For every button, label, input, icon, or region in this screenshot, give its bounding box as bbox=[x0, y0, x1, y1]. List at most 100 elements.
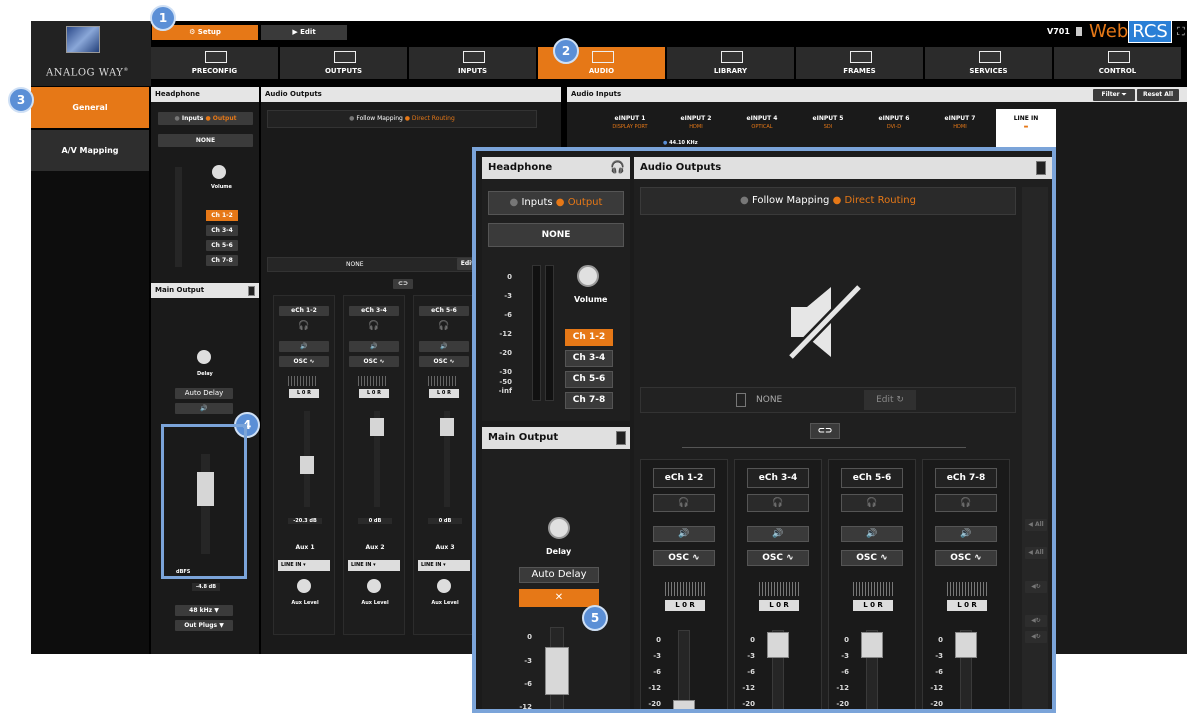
fader-knob[interactable] bbox=[861, 632, 883, 658]
osc-button[interactable]: OSC ∿ bbox=[279, 356, 329, 367]
panel-title: Main Output bbox=[151, 283, 259, 298]
ch-7-8[interactable]: Ch 7-8 bbox=[206, 255, 238, 266]
mute-button[interactable]: 🔊 bbox=[419, 341, 469, 352]
mute-button[interactable]: 🔊 bbox=[653, 526, 715, 542]
link-button[interactable]: ⊂⊃ bbox=[810, 423, 840, 439]
aux-level-knob[interactable] bbox=[297, 579, 311, 593]
nav-item-inputs[interactable]: INPUTS bbox=[409, 47, 536, 79]
osc-button[interactable]: OSC ∿ bbox=[747, 550, 809, 566]
side-reset-3[interactable]: ◀↻ bbox=[1025, 631, 1047, 643]
ch-1-2[interactable]: Ch 1-2 bbox=[565, 329, 613, 346]
badge-1: 1 bbox=[150, 5, 176, 31]
fader-knob[interactable] bbox=[370, 418, 384, 436]
aux-label: Aux 1 bbox=[295, 544, 315, 551]
channel-name[interactable]: eCh 3-4 bbox=[747, 468, 809, 488]
fader-knob[interactable] bbox=[440, 418, 454, 436]
inputs-output-radio[interactable]: ● Inputs ● Output bbox=[488, 191, 624, 215]
nav-item-control[interactable]: CONTROL bbox=[1054, 47, 1181, 79]
sidebar-item-av-mapping[interactable]: A/V Mapping bbox=[31, 130, 149, 171]
input-item[interactable]: eINPUT 6 DVI-D bbox=[864, 109, 924, 149]
osc-button[interactable]: OSC ∿ bbox=[653, 550, 715, 566]
nav-item-library[interactable]: LIBRARY bbox=[667, 47, 794, 79]
mute-button[interactable]: 🔊 bbox=[279, 341, 329, 352]
headphone-icon[interactable]: 🎧 bbox=[438, 321, 449, 331]
lr-readout: L 0 R bbox=[359, 389, 389, 398]
edit-tab[interactable]: ▶ Edit bbox=[261, 25, 347, 40]
main-fader-knob[interactable] bbox=[545, 647, 569, 695]
osc-button[interactable]: OSC ∿ bbox=[935, 550, 997, 566]
nav-item-services[interactable]: SERVICES bbox=[925, 47, 1052, 79]
mute-button[interactable]: 🔊 bbox=[747, 526, 809, 542]
routing-radio[interactable]: ● Follow Mapping ● Direct Routing bbox=[267, 110, 537, 128]
headphone-source[interactable]: NONE bbox=[488, 223, 624, 247]
aux-level-knob[interactable] bbox=[437, 579, 451, 593]
channel-name[interactable]: eCh 5-6 bbox=[841, 468, 903, 488]
headphone-icon[interactable]: 🎧 bbox=[298, 321, 309, 331]
side-all-2[interactable]: ◀ All bbox=[1025, 547, 1047, 559]
volume-knob[interactable] bbox=[577, 265, 599, 287]
nav-item-frames[interactable]: FRAMES bbox=[796, 47, 923, 79]
input-item[interactable]: LINE IN ▬ bbox=[996, 109, 1056, 149]
mute-button[interactable]: 🔊 bbox=[175, 403, 233, 414]
osc-button[interactable]: OSC ∿ bbox=[841, 550, 903, 566]
edit-button[interactable]: Edit ↻ bbox=[864, 390, 916, 410]
fullscreen-icon[interactable]: ⛶ bbox=[1177, 25, 1185, 39]
mute-button[interactable]: 🔊 bbox=[349, 341, 399, 352]
aux-source-select[interactable]: LINE IN ▾ bbox=[348, 560, 400, 571]
zoom-audio-outputs: Audio Outputs ● Follow Mapping ● Direct … bbox=[634, 157, 1052, 709]
channel-name[interactable]: eCh 7-8 bbox=[935, 468, 997, 488]
input-item[interactable]: eINPUT 7 HDMI bbox=[930, 109, 990, 149]
sidebar-item-general[interactable]: General bbox=[31, 87, 149, 128]
headphone-icon[interactable]: 🎧 bbox=[368, 321, 379, 331]
nav-item-preconfig[interactable]: PRECONFIG bbox=[151, 47, 278, 79]
fader-knob[interactable] bbox=[767, 632, 789, 658]
side-reset-1[interactable]: ◀↻ bbox=[1025, 581, 1047, 593]
delay-knob[interactable] bbox=[197, 350, 211, 364]
routing-radio[interactable]: ● Follow Mapping ● Direct Routing bbox=[640, 187, 1016, 215]
nav-item-outputs[interactable]: OUTPUTS bbox=[280, 47, 407, 79]
auto-delay-button[interactable]: Auto Delay bbox=[519, 567, 599, 583]
headphone-button[interactable]: 🎧 bbox=[747, 494, 809, 512]
aux-label: Aux 2 bbox=[365, 544, 385, 551]
ch-5-6[interactable]: Ch 5-6 bbox=[206, 240, 238, 251]
side-reset-2[interactable]: ◀↻ bbox=[1025, 615, 1047, 627]
reset-all-button[interactable]: Reset All bbox=[1137, 89, 1179, 101]
input-name: eINPUT 1 bbox=[614, 115, 646, 122]
osc-button[interactable]: OSC ∿ bbox=[349, 356, 399, 367]
aux-level-knob[interactable] bbox=[367, 579, 381, 593]
rate-select[interactable]: 48 kHz ▼ bbox=[175, 605, 233, 616]
zoom-inset: Headphone 🎧 ● Inputs ● Output NONE Volum… bbox=[472, 147, 1056, 713]
ch-3-4[interactable]: Ch 3-4 bbox=[565, 350, 613, 367]
aux-source-select[interactable]: LINE IN ▾ bbox=[418, 560, 470, 571]
lock-icon[interactable] bbox=[1076, 27, 1082, 36]
headphone-button[interactable]: 🎧 bbox=[841, 494, 903, 512]
nav-label: OUTPUTS bbox=[324, 67, 363, 75]
side-all-1[interactable]: ◀ All bbox=[1025, 519, 1047, 531]
mute-button[interactable]: 🔊 bbox=[935, 526, 997, 542]
out-plugs-select[interactable]: Out Plugs ▼ bbox=[175, 620, 233, 631]
headphone-source[interactable]: NONE bbox=[158, 134, 253, 147]
fader-knob[interactable] bbox=[300, 456, 314, 474]
inputs-output-radio[interactable]: ● Inputs ● Output bbox=[158, 112, 253, 125]
filter-button[interactable]: Filter ⏷ bbox=[1093, 89, 1135, 101]
ch-3-4[interactable]: Ch 3-4 bbox=[206, 225, 238, 236]
headphone-button[interactable]: 🎧 bbox=[935, 494, 997, 512]
mute-button[interactable]: ✕ bbox=[519, 589, 599, 607]
ch-7-8[interactable]: Ch 7-8 bbox=[565, 392, 613, 409]
mute-button[interactable]: 🔊 bbox=[841, 526, 903, 542]
input-item[interactable]: eINPUT 1 DISPLAY PORT bbox=[600, 109, 660, 149]
ch-1-2[interactable]: Ch 1-2 bbox=[206, 210, 238, 221]
fader-knob[interactable] bbox=[673, 700, 695, 709]
input-item[interactable]: eINPUT 4 OPTICAL bbox=[732, 109, 792, 149]
link-button-small[interactable]: ⊂⊃ bbox=[393, 279, 413, 289]
osc-button[interactable]: OSC ∿ bbox=[419, 356, 469, 367]
headphone-button[interactable]: 🎧 bbox=[653, 494, 715, 512]
fader-knob[interactable] bbox=[955, 632, 977, 658]
auto-delay-button[interactable]: Auto Delay bbox=[175, 388, 233, 399]
ch-5-6[interactable]: Ch 5-6 bbox=[565, 371, 613, 388]
channel-name[interactable]: eCh 1-2 bbox=[653, 468, 715, 488]
delay-knob[interactable] bbox=[548, 517, 570, 539]
aux-source-select[interactable]: LINE IN ▾ bbox=[278, 560, 330, 571]
input-item[interactable]: eINPUT 5 SDI bbox=[798, 109, 858, 149]
volume-knob[interactable] bbox=[212, 165, 226, 179]
